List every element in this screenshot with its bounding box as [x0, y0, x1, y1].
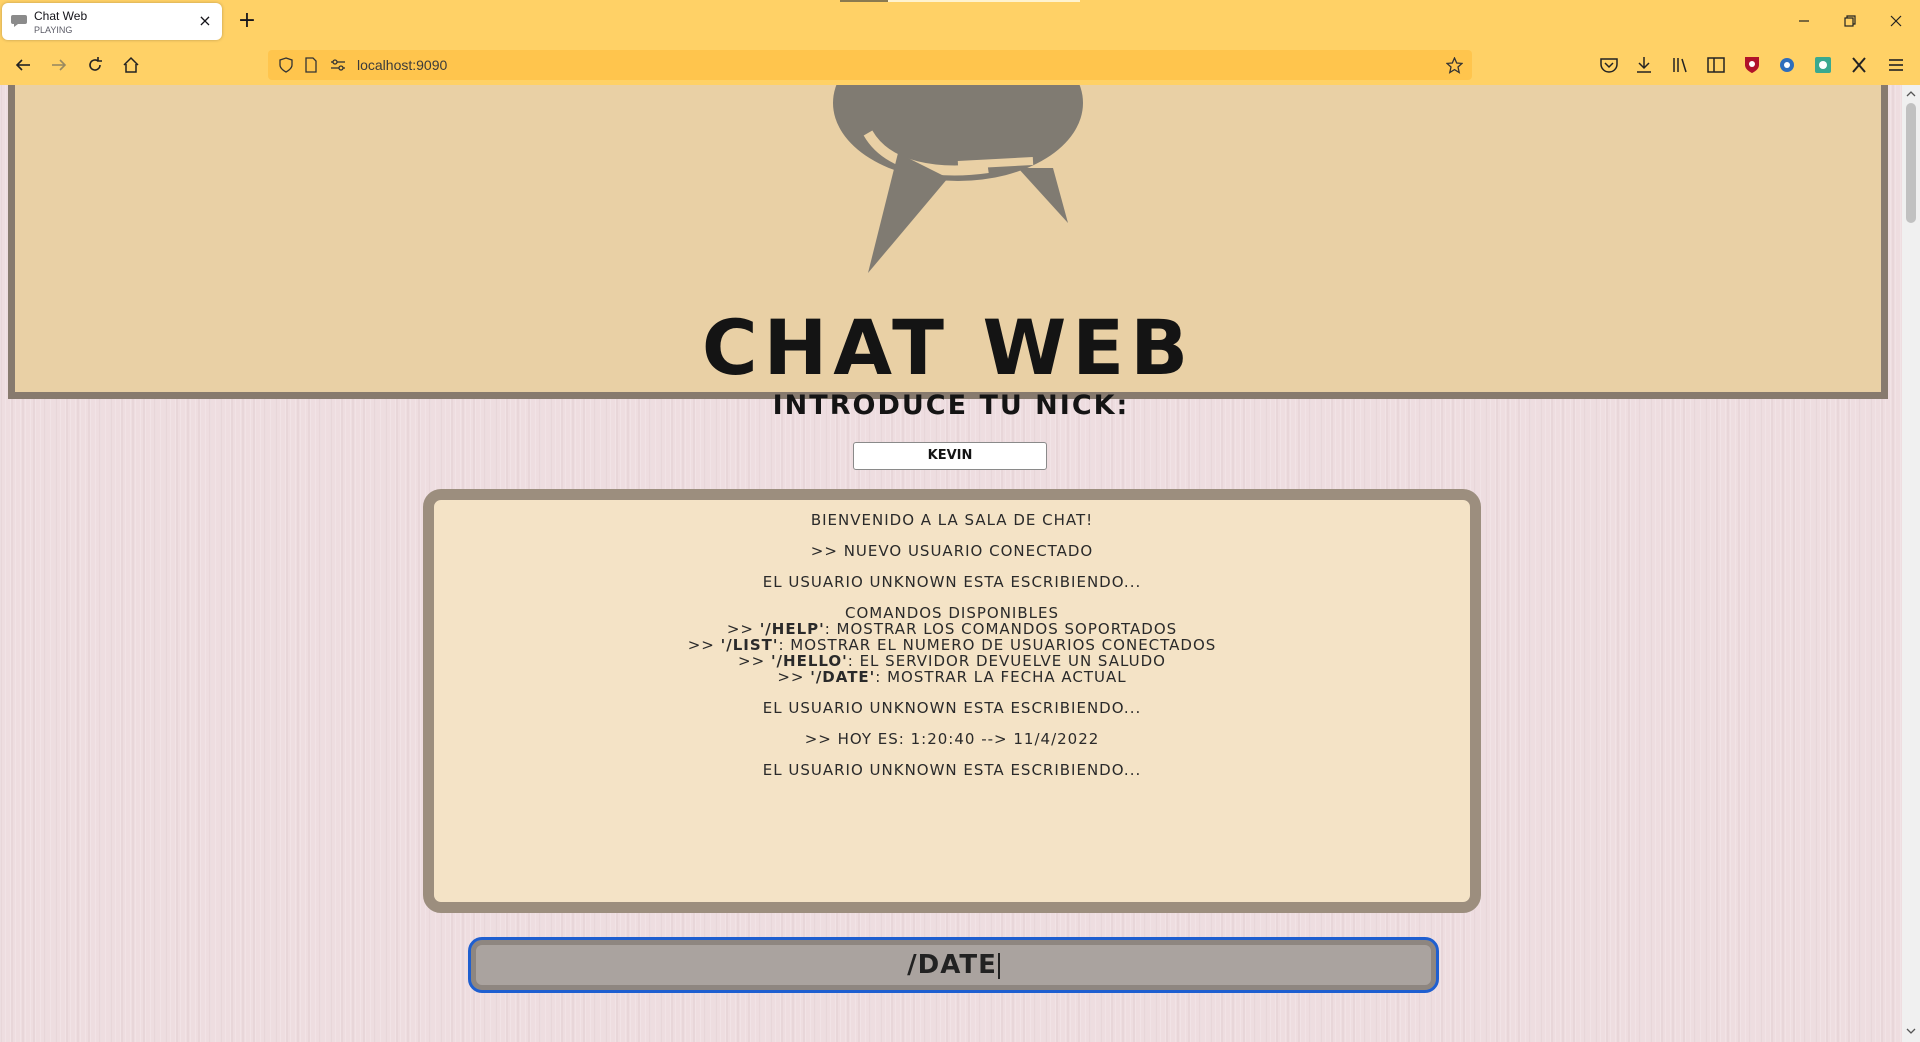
- chat-message: El usuario Unknown esta escribiendo...: [762, 761, 1142, 779]
- tab-close-icon[interactable]: ×: [196, 12, 214, 30]
- message-input-value: /DATE: [907, 950, 997, 980]
- reload-icon: [89, 57, 102, 71]
- window-drag-indicator-accent: [840, 0, 888, 2]
- chat-message-line: >> '/list': Mostrar el numero de usuario…: [434, 637, 1470, 653]
- scroll-up-icon[interactable]: [1906, 89, 1916, 99]
- forward-button[interactable]: [45, 51, 73, 79]
- chat-message-line: >> '/help': Mostrar los comandos soporta…: [434, 621, 1470, 637]
- back-button[interactable]: [9, 51, 37, 79]
- chat-message-line: >> '/date': Mostrar la fecha actual: [434, 669, 1470, 685]
- download-icon[interactable]: [1633, 54, 1655, 76]
- pocket-icon[interactable]: [1598, 54, 1620, 76]
- command-name: '/date': [810, 668, 876, 686]
- url-text[interactable]: localhost:9090: [357, 57, 447, 73]
- chat-message: El usuario Unknown esta escribiendo...: [762, 573, 1142, 591]
- minimize-button[interactable]: [1784, 8, 1824, 34]
- shield-icon[interactable]: [278, 57, 294, 73]
- extension-icon[interactable]: [1776, 54, 1798, 76]
- restore-icon: [1844, 15, 1856, 27]
- forward-icon: [52, 59, 67, 71]
- tab-title: Chat Web: [34, 9, 88, 23]
- permissions-icon[interactable]: [330, 57, 346, 73]
- library-icon[interactable]: [1669, 54, 1691, 76]
- minimize-icon: [1799, 20, 1809, 22]
- bookmark-star-icon[interactable]: [1446, 57, 1463, 74]
- back-icon: [15, 59, 30, 71]
- chat-message-line: Comandos disponibles: [845, 604, 1059, 622]
- close-window-button[interactable]: [1876, 8, 1916, 34]
- new-tab-button[interactable]: +: [235, 9, 259, 33]
- text-caret: [997, 952, 1000, 979]
- nick-label: INTRODUCE TU NICK:: [772, 390, 1130, 421]
- chat-message: Bienvenido a la sala de chat!: [810, 511, 1094, 529]
- sidebar-icon[interactable]: [1705, 54, 1727, 76]
- command-prefix: >>: [687, 636, 721, 654]
- home-icon: [123, 56, 139, 73]
- page-viewport: CHAT WEB INTRODUCE TU NICK: KEVIN Bienve…: [0, 85, 1902, 1042]
- scroll-down-icon[interactable]: [1906, 1026, 1916, 1036]
- browser-titlebar: Chat Web PLAYING × +: [0, 0, 1920, 43]
- chat-message-line: >> '/hello': El servidor devuelve un sal…: [434, 653, 1470, 669]
- chat-message: >> Hoy es: 1:20:40 --> 11/4/2022: [804, 730, 1100, 748]
- message-input[interactable]: /DATE: [468, 937, 1439, 993]
- extension-icon[interactable]: [1812, 54, 1834, 76]
- brand-title: CHAT WEB: [701, 303, 1195, 392]
- chat-favicon-icon: [11, 15, 27, 27]
- page-icon[interactable]: [304, 57, 318, 73]
- scrollbar-thumb[interactable]: [1906, 103, 1916, 223]
- command-description: : Mostrar la fecha actual: [875, 668, 1127, 686]
- chat-message: El usuario Unknown esta escribiendo...: [762, 699, 1142, 717]
- nick-input[interactable]: KEVIN: [853, 442, 1047, 470]
- address-bar[interactable]: localhost:9090: [268, 50, 1472, 80]
- page-scrollbar[interactable]: [1902, 85, 1920, 1042]
- chat-messages-box[interactable]: Bienvenido a la sala de chat! >> Nuevo us…: [423, 489, 1481, 913]
- menu-icon[interactable]: [1885, 54, 1907, 76]
- reload-button[interactable]: [81, 51, 109, 79]
- chat-bubble-logo-icon: [833, 85, 1083, 273]
- command-prefix: >>: [777, 668, 811, 686]
- x-icon[interactable]: [1848, 54, 1870, 76]
- tab-playing-indicator: PLAYING: [34, 25, 73, 35]
- tab-chat-web[interactable]: Chat Web PLAYING ×: [2, 3, 222, 40]
- close-icon: [1890, 15, 1902, 27]
- chat-message: Comandos disponibles >> '/help': Mostrar …: [434, 605, 1470, 685]
- home-button[interactable]: [117, 51, 145, 79]
- chat-message: >> Nuevo usuario conectado: [810, 542, 1094, 560]
- header-banner: CHAT WEB: [8, 85, 1888, 399]
- command-prefix: >>: [738, 652, 771, 670]
- extension-icon[interactable]: [1741, 54, 1763, 76]
- restore-button[interactable]: [1830, 8, 1870, 34]
